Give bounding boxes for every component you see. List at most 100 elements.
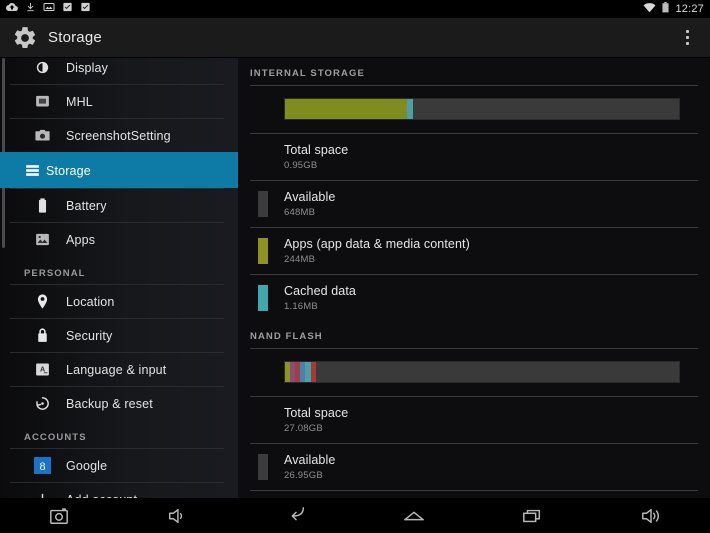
- clock: 12:27: [675, 3, 704, 15]
- sidebar-item-label: Apps: [66, 232, 96, 247]
- sidebar-item-add-account[interactable]: Add account: [10, 482, 224, 498]
- system-navigation-bar: [0, 498, 710, 533]
- storage-row-value: 0.95GB: [284, 160, 318, 171]
- storage-usage-bar: [284, 361, 680, 383]
- color-swatch: [258, 238, 268, 264]
- storage-row-text: Available 26.95GB: [284, 453, 335, 481]
- checkbox-marked-icon: [80, 0, 91, 18]
- storage-usage-bar: [284, 98, 680, 120]
- camera-icon: [32, 126, 52, 146]
- storage-row[interactable]: Apps (app data & media content) 244MB: [238, 228, 710, 274]
- storage-row-text: Total space 0.95GB: [284, 143, 348, 171]
- storage-row-label: Available: [284, 453, 336, 467]
- sidebar-item-apps[interactable]: Apps: [10, 222, 224, 256]
- storage-row-value: 244MB: [284, 254, 316, 265]
- sidebar-item-security[interactable]: Security: [10, 318, 224, 352]
- page-title: Storage: [48, 29, 102, 46]
- sidebar-item-location[interactable]: Location: [10, 284, 224, 318]
- volume-down-icon[interactable]: [118, 498, 236, 533]
- storage-stack-icon: [22, 161, 42, 181]
- google-g-icon: 8: [32, 456, 52, 476]
- action-bar: Storage: [0, 18, 710, 58]
- keyboard-a-icon: A: [32, 360, 52, 380]
- cloud-upload-icon: [6, 0, 18, 18]
- usage-segment-free: [315, 362, 679, 382]
- sidebar-item-label: Battery: [66, 198, 107, 213]
- sidebar-item-label: ScreenshotSetting: [66, 128, 171, 143]
- sidebar-item-screenshotsetting[interactable]: ScreenshotSetting: [10, 118, 224, 152]
- color-swatch: [258, 144, 268, 170]
- svg-text:A: A: [39, 365, 44, 373]
- storage-usage-bar-container: [238, 86, 710, 133]
- screenshot-icon[interactable]: [0, 498, 118, 533]
- recents-icon[interactable]: [473, 498, 591, 533]
- color-swatch: [258, 407, 268, 433]
- usage-segment-free: [413, 99, 679, 119]
- storage-row-text: Total space 27.08GB: [284, 406, 348, 434]
- storage-row[interactable]: Available 648MB: [238, 181, 710, 227]
- settings-gear-icon: [10, 23, 40, 53]
- sidebar-item-backup-reset[interactable]: Backup & reset: [10, 386, 224, 420]
- storage-row-label: Available: [284, 190, 336, 204]
- status-bar-system-icons: 12:27: [643, 0, 704, 18]
- checkbox-marked-icon: [62, 0, 73, 18]
- sidebar-item-label: Location: [66, 294, 115, 309]
- sidebar-item-storage[interactable]: Storage: [0, 152, 238, 188]
- storage-row[interactable]: Apps (app data & media content)132MB: [238, 491, 710, 498]
- storage-row-value: 27.08GB: [284, 423, 323, 434]
- battery-icon: [661, 0, 670, 18]
- sidebar-list: Display MHL ScreenshotSetting Storage Batter…: [0, 58, 238, 498]
- color-swatch: [258, 285, 268, 311]
- sidebar-item-label: Language & input: [66, 362, 167, 377]
- storage-row-text: Available 648MB: [284, 190, 335, 218]
- storage-row[interactable]: Available 26.95GB: [238, 444, 710, 490]
- android-storage-settings-screen: 12:27 Storage Display MHL ScreenshotSettin…: [0, 0, 710, 533]
- color-swatch: [258, 454, 268, 480]
- wifi-icon: [643, 0, 656, 18]
- download-icon: [25, 0, 36, 18]
- sidebar-item-label: Backup & reset: [66, 396, 153, 411]
- sidebar-item-mhl[interactable]: MHL: [10, 84, 224, 118]
- sidebar-item-battery[interactable]: Battery: [10, 188, 224, 222]
- volume-up-icon[interactable]: [592, 498, 710, 533]
- storage-row[interactable]: Total space 0.95GB: [238, 134, 710, 180]
- sidebar-item-display[interactable]: Display: [10, 58, 224, 84]
- home-icon[interactable]: [355, 498, 473, 533]
- sidebar-item-google[interactable]: 8 Google: [10, 448, 224, 482]
- storage-row[interactable]: Total space 27.08GB: [238, 397, 710, 443]
- add-account-icon: [32, 490, 52, 498]
- color-swatch: [258, 191, 268, 217]
- sidebar-item-label: Google: [66, 458, 108, 473]
- storage-row-value: 1.16MB: [284, 301, 318, 312]
- sidebar-item-language-input[interactable]: A Language & input: [10, 352, 224, 386]
- storage-row[interactable]: Cached data 1.16MB: [238, 275, 710, 321]
- sidebar-item-label: Security: [66, 328, 113, 343]
- usage-segment-apps: [285, 99, 408, 119]
- settings-sidebar[interactable]: Display MHL ScreenshotSetting Storage Batter…: [0, 58, 238, 498]
- overflow-menu-icon[interactable]: [674, 21, 700, 55]
- back-icon[interactable]: [237, 498, 355, 533]
- sidebar-item-label: MHL: [66, 94, 93, 109]
- apps-icon: [32, 230, 52, 250]
- sidebar-category-accounts: ACCOUNTS: [24, 432, 87, 443]
- storage-row-label: Cached data: [284, 284, 356, 298]
- sidebar-category-personal: PERSONAL: [24, 268, 86, 279]
- storage-row-value: 26.95GB: [284, 470, 323, 481]
- status-bar: 12:27: [0, 0, 710, 18]
- location-pin-icon: [32, 292, 52, 312]
- display-square-icon: [32, 92, 52, 112]
- storage-usage-bar-container: [238, 349, 710, 396]
- storage-main-panel[interactable]: INTERNAL STORAGE Total space 0.95GB Availab…: [238, 58, 710, 498]
- lock-icon: [32, 326, 52, 346]
- storage-row-label: Total space: [284, 406, 349, 420]
- sidebar-item-label: Storage: [46, 163, 91, 178]
- brightness-icon: [32, 58, 52, 78]
- storage-row-text: Apps (app data & media content) 244MB: [284, 237, 470, 265]
- battery-icon: [32, 196, 52, 216]
- backup-restore-icon: [32, 394, 52, 414]
- screenshot-icon: [43, 0, 55, 18]
- storage-row-label: Total space: [284, 143, 349, 157]
- section-header: INTERNAL STORAGE: [250, 68, 365, 79]
- status-bar-notification-icons: [6, 0, 91, 18]
- svg-text:8: 8: [39, 459, 45, 473]
